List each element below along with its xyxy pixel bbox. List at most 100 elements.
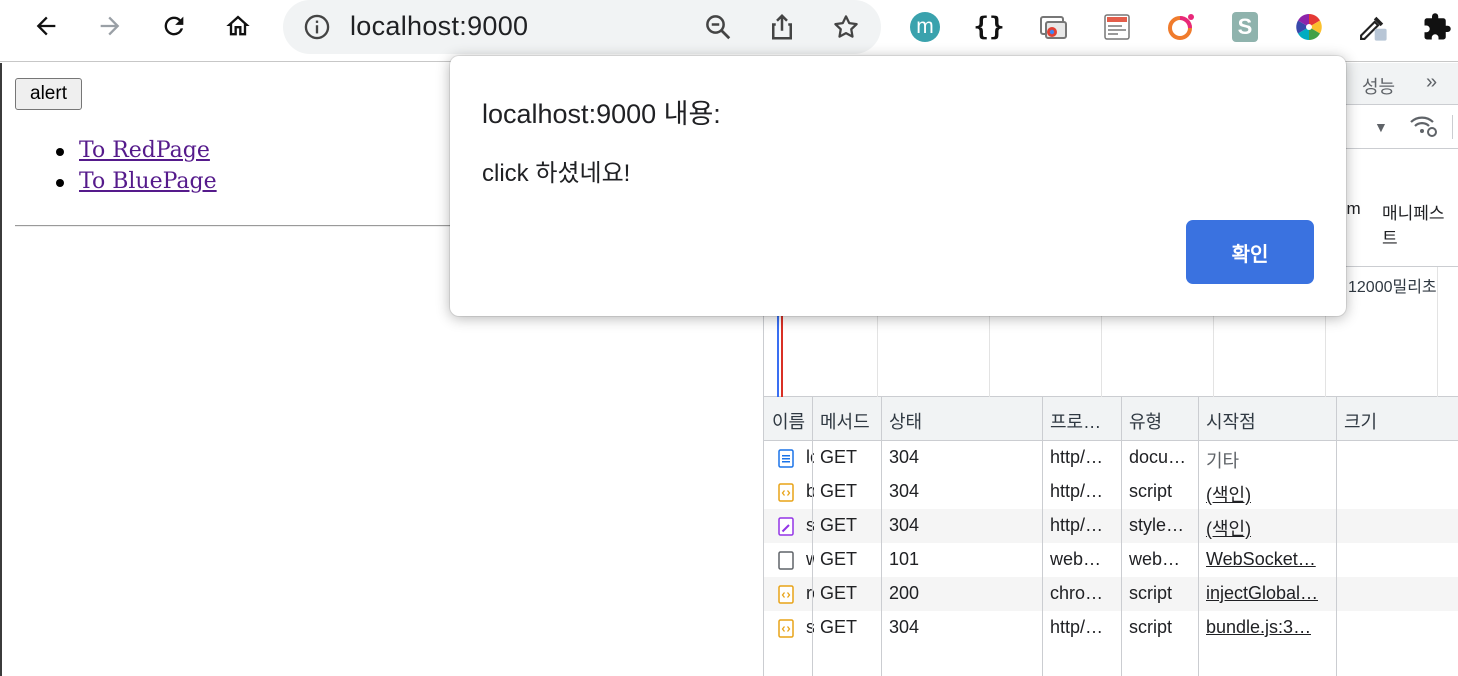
column-divider[interactable]: [1336, 397, 1337, 676]
zoom-out-icon[interactable]: [703, 12, 733, 42]
row-method: GET: [820, 617, 858, 637]
row-type: script: [1129, 583, 1173, 603]
table-row[interactable]: so GET 304 http/… script bundle.js:3…: [764, 611, 1458, 645]
row-initiator-link[interactable]: bundle.js:3…: [1206, 617, 1311, 638]
websocket-icon: [778, 551, 794, 570]
address-bar[interactable]: localhost:9000: [283, 0, 881, 54]
network-conditions-icon[interactable]: [1408, 113, 1438, 139]
dialog-title: localhost:9000 내용:: [482, 99, 721, 129]
extension-m-icon[interactable]: m: [908, 10, 942, 44]
row-protocol: http/…: [1050, 481, 1104, 501]
row-initiator-link[interactable]: (색인): [1206, 515, 1251, 541]
row-method: GET: [820, 515, 858, 535]
extension-s-icon[interactable]: S: [1228, 10, 1262, 44]
nav-links-list: To RedPage To BluePage: [56, 135, 217, 197]
window-edge: [0, 63, 2, 676]
row-protocol: http/…: [1050, 515, 1104, 535]
table-header: 이름 메서드 상태 프로… 유형 시작점 크기: [764, 397, 1458, 441]
row-initiator-link[interactable]: (색인): [1206, 481, 1251, 507]
column-name[interactable]: 이름: [772, 408, 805, 434]
row-type: docu…: [1129, 447, 1187, 467]
row-method: GET: [820, 583, 858, 603]
stylesheet-icon: [778, 517, 794, 536]
forward-arrow-icon: [100, 16, 120, 36]
extension-page-icon[interactable]: [1100, 10, 1134, 44]
column-initiator[interactable]: 시작점: [1206, 408, 1256, 434]
ok-button[interactable]: 확인: [1186, 220, 1314, 284]
extension-chrome-window-icon[interactable]: [1036, 10, 1070, 44]
row-type: web…: [1129, 549, 1181, 569]
extension-json-braces-icon[interactable]: {}: [972, 10, 1006, 44]
row-protocol: http/…: [1050, 617, 1104, 637]
row-status: 304: [889, 447, 920, 467]
row-method: GET: [820, 549, 858, 569]
toolbar-divider: [1452, 115, 1453, 139]
row-method: GET: [820, 481, 858, 501]
document-icon: [778, 449, 794, 468]
back-arrow-icon: [36, 16, 56, 36]
table-row[interactable]: st GET 304 http/… style… (색인): [764, 509, 1458, 543]
row-protocol: web…: [1050, 549, 1102, 569]
home-button[interactable]: [221, 8, 255, 44]
row-status: 200: [889, 583, 920, 603]
row-protocol: http/…: [1050, 447, 1104, 467]
bookmark-star-icon[interactable]: [831, 12, 861, 42]
row-status: 304: [889, 481, 920, 501]
column-status[interactable]: 상태: [889, 408, 922, 434]
row-type: script: [1129, 617, 1173, 637]
column-divider[interactable]: [881, 397, 882, 676]
row-status: 101: [889, 549, 920, 569]
column-method[interactable]: 메서드: [820, 408, 870, 434]
row-type: script: [1129, 481, 1173, 501]
home-icon: [226, 15, 250, 36]
extension-eyedropper-icon[interactable]: [1356, 10, 1390, 44]
row-initiator-link[interactable]: WebSocket…: [1206, 549, 1316, 570]
info-icon[interactable]: [303, 13, 331, 41]
throttling-dropdown-icon[interactable]: ▼: [1374, 119, 1388, 135]
url-text[interactable]: localhost:9000: [350, 11, 528, 42]
share-icon[interactable]: [767, 12, 797, 42]
row-type: style…: [1129, 515, 1185, 535]
timeline-label: 12000밀리초: [1348, 279, 1437, 296]
script-icon: [778, 585, 794, 604]
more-tabs-chevron-icon[interactable]: »: [1426, 71, 1437, 94]
list-item: To BluePage: [56, 166, 217, 197]
column-divider[interactable]: [812, 397, 813, 676]
column-protocol[interactable]: 프로…: [1050, 408, 1101, 434]
dialog-message: click 하셨네요!: [482, 160, 631, 187]
row-initiator-link[interactable]: injectGlobal…: [1206, 583, 1318, 604]
column-divider[interactable]: [1121, 397, 1122, 676]
alert-dialog: localhost:9000 내용: click 하셨네요! 확인: [450, 56, 1346, 316]
row-protocol: chro…: [1050, 583, 1104, 603]
row-status: 304: [889, 617, 920, 637]
column-divider[interactable]: [1198, 397, 1199, 676]
script-icon: [778, 483, 794, 502]
table-row[interactable]: bu GET 304 http/… script (색인): [764, 475, 1458, 509]
filter-manifest[interactable]: 매니페스트: [1382, 199, 1458, 249]
extension-ring-icon[interactable]: [1164, 10, 1198, 44]
load-event-marker: [781, 315, 783, 397]
forward-button[interactable]: [93, 8, 127, 44]
back-button[interactable]: [29, 8, 63, 44]
extension-color-wheel-icon[interactable]: [1292, 10, 1326, 44]
table-row[interactable]: lo GET 304 http/… docu… 기타: [764, 441, 1458, 475]
row-method: GET: [820, 447, 858, 467]
dom-content-loaded-marker: [777, 315, 779, 397]
row-initiator: 기타: [1206, 451, 1240, 471]
column-size[interactable]: 크기: [1344, 408, 1377, 434]
link-blue-page[interactable]: To BluePage: [79, 169, 217, 194]
extensions-puzzle-icon[interactable]: [1420, 10, 1454, 44]
reload-icon: [164, 16, 184, 36]
column-divider[interactable]: [1042, 397, 1043, 676]
reload-button[interactable]: [157, 8, 191, 44]
table-row[interactable]: ws GET 101 web… web… WebSocket…: [764, 543, 1458, 577]
tab-performance[interactable]: 성능: [1362, 73, 1395, 99]
alert-button[interactable]: alert: [15, 78, 82, 110]
column-type[interactable]: 유형: [1129, 408, 1162, 434]
link-red-page[interactable]: To RedPage: [79, 138, 210, 163]
browser-toolbar: localhost:9000 m {} S: [0, 0, 1458, 62]
table-row[interactable]: re GET 200 chro… script injectGlobal…: [764, 577, 1458, 611]
timeline-gridline: [1437, 267, 1438, 397]
row-status: 304: [889, 515, 920, 535]
network-requests-table: 이름 메서드 상태 프로… 유형 시작점 크기 lo GET 304 http/…: [764, 397, 1458, 676]
